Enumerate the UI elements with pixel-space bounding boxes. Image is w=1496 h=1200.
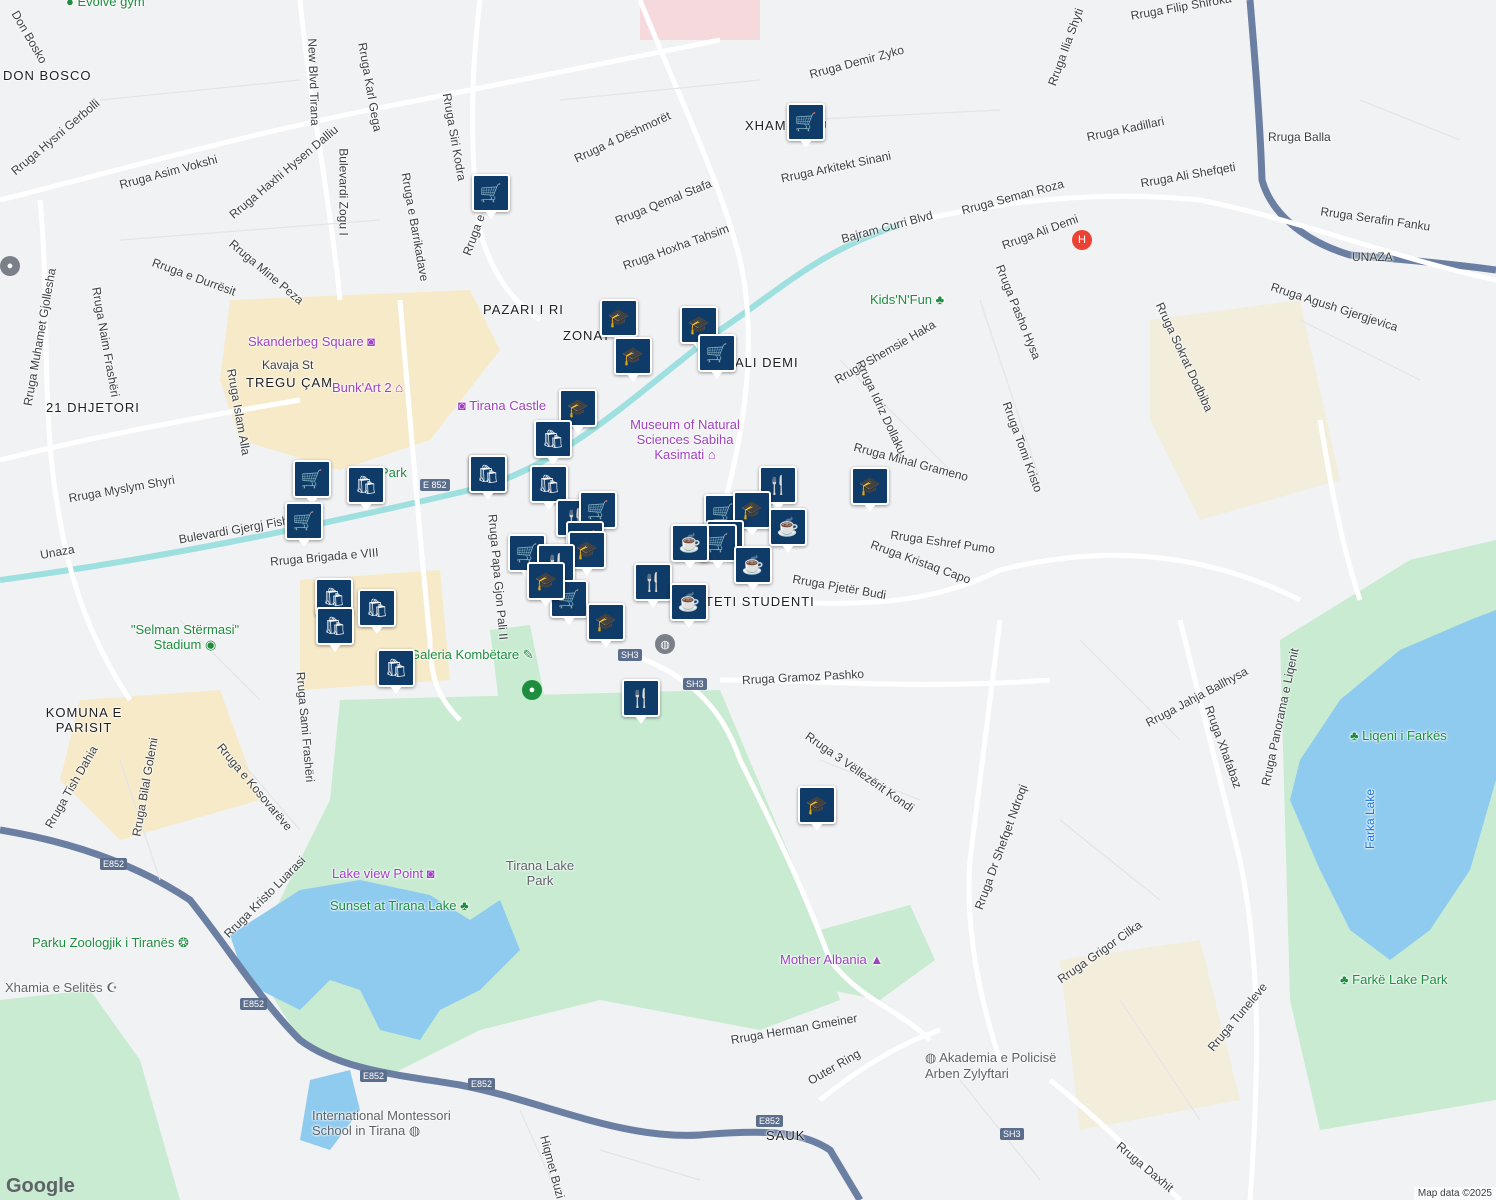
bag-icon[interactable]: 🛍	[469, 455, 507, 500]
cart-icon[interactable]: 🛒	[472, 174, 510, 219]
school-cap-icon[interactable]: 🎓	[587, 603, 625, 648]
poi-label[interactable]: ♣ Liqeni i Farkës	[1350, 728, 1447, 743]
fork-knife-icon[interactable]: 🍴	[634, 563, 672, 608]
poi-label[interactable]: ● Evolve gym	[66, 0, 145, 9]
road-shield: E852	[756, 1115, 784, 1127]
paw-icon: ❂	[177, 935, 189, 950]
gym-icon: ●	[66, 0, 74, 9]
school-cap-icon[interactable]: 🎓	[851, 467, 889, 512]
tree-icon: ♣	[1350, 728, 1359, 743]
area-label: 21 DHJETORI	[46, 400, 140, 415]
museum-icon: ⌂	[707, 447, 716, 462]
poi-label[interactable]: ◙ Tirana Castle	[458, 398, 546, 413]
coffee-icon[interactable]: ☕	[734, 546, 772, 591]
poi-label[interactable]: International Montessori School in Tiran…	[312, 1108, 487, 1139]
poi-label[interactable]: Xhamia e Selitës ☪	[5, 980, 118, 996]
bag-icon[interactable]: 🛍	[377, 649, 415, 694]
stadium-icon: ◉	[204, 637, 217, 652]
camera-icon: ◙	[458, 398, 466, 413]
place-pin-icon[interactable]: ●	[0, 256, 20, 276]
area-label: TETI STUDENTI	[705, 594, 815, 609]
poi-label[interactable]: Bunk'Art 2 ⌂	[332, 380, 403, 395]
poi-label: Farka Lake	[1363, 788, 1378, 850]
coffee-icon[interactable]: ☕	[670, 583, 708, 628]
poi-label[interactable]: "Selman Stërmasi" Stadium ◉	[130, 622, 240, 653]
poi-label[interactable]: Parku Zoologjik i Tiranës ❂	[32, 935, 189, 951]
tree-icon: ♣	[935, 292, 945, 307]
area-label: ALI DEMI	[735, 355, 799, 370]
poi-label[interactable]: Lake view Point ◙	[332, 866, 435, 881]
art-icon: ✎	[522, 647, 534, 662]
poi-label[interactable]: Kids'N'Fun ♣	[870, 292, 944, 307]
street-label: Rruga Balla	[1268, 130, 1331, 144]
monument-icon: ▲	[870, 952, 884, 967]
street-label: Bulevardi Zogu I	[336, 148, 351, 236]
road-shield: SH3	[683, 678, 707, 690]
area-label: SAUK	[766, 1128, 806, 1143]
poi-label[interactable]: ◍ Akademia e Policisë Arben Zylyftari	[925, 1050, 1075, 1081]
poi-label[interactable]: Sunset at Tirana Lake ♣	[330, 898, 469, 913]
school-icon: ◍	[925, 1050, 937, 1065]
school-cap-icon[interactable]: 🎓	[798, 786, 836, 831]
poi-label[interactable]: Skanderbeg Square ◙	[248, 334, 375, 349]
hospital-icon[interactable]: H	[1072, 230, 1092, 250]
road-shield: E852	[468, 1078, 496, 1090]
area-label: DON BOSCO	[3, 68, 92, 83]
poi-label[interactable]: ♣ Farkë Lake Park	[1340, 972, 1448, 987]
school-cap-icon[interactable]: 🎓	[600, 299, 638, 344]
street-label: New Blvd Tirana	[305, 38, 323, 126]
cart-icon[interactable]: 🛒	[787, 103, 825, 148]
cart-icon[interactable]: 🛒	[293, 460, 331, 505]
coffee-icon[interactable]: ☕	[671, 524, 709, 569]
poi-label[interactable]: Galeria Kombëtare ✎	[410, 647, 534, 663]
area-label: KOMUNA E PARISIT	[45, 705, 123, 735]
road-shield: E852	[240, 998, 268, 1010]
street-label: UNAZA	[1352, 250, 1393, 264]
map-attribution: Map data ©2025	[1413, 1187, 1496, 1200]
tree-icon: ♣	[460, 898, 469, 913]
poi-label[interactable]: Mother Albania ▲	[780, 952, 883, 967]
area-label: TREGU ÇAM	[246, 375, 333, 390]
coffee-icon[interactable]: ☕	[769, 508, 807, 553]
school-cap-icon[interactable]: 🎓	[527, 562, 565, 607]
school-icon: ◍	[408, 1123, 421, 1138]
map-canvas[interactable]: DON BOSCO 21 DHJETORI TREGU ÇAM PAZARI I…	[0, 0, 1496, 1200]
poi-label[interactable]: Tirana Lake Park	[505, 858, 575, 888]
tree-icon: ♣	[1340, 972, 1349, 987]
poi-label[interactable]: Museum of Natural Sciences Sabiha Kasima…	[610, 417, 760, 462]
road-shield: SH3	[1000, 1128, 1024, 1140]
road-shield: E852	[100, 858, 128, 870]
school-pin-icon[interactable]: ◍	[655, 634, 675, 654]
mosque-icon: ☪	[106, 980, 118, 995]
bag-icon[interactable]: 🛍	[316, 607, 354, 652]
park-pin-icon[interactable]: ●	[522, 680, 542, 700]
camera-icon: ◙	[367, 334, 376, 349]
bag-icon[interactable]: 🛍	[530, 465, 568, 510]
bag-icon[interactable]: 🛍	[358, 589, 396, 634]
bag-icon[interactable]: 🛍	[534, 420, 572, 465]
road-shield: SH3	[618, 649, 642, 661]
bag-icon[interactable]: 🛍	[347, 466, 385, 511]
museum-icon: ⌂	[395, 380, 404, 395]
road-shield: E852	[360, 1070, 388, 1082]
area-label: PAZARI I RI	[483, 302, 564, 317]
fork-knife-icon[interactable]: 🍴	[622, 679, 660, 724]
cart-icon[interactable]: 🛒	[285, 502, 323, 547]
camera-icon: ◙	[426, 866, 435, 881]
road-shield: E 852	[420, 479, 450, 491]
street-label: Kavaja St	[262, 358, 314, 372]
school-cap-icon[interactable]: 🎓	[614, 337, 652, 382]
google-logo: Google	[6, 1175, 75, 1197]
cart-icon[interactable]: 🛒	[698, 334, 736, 379]
